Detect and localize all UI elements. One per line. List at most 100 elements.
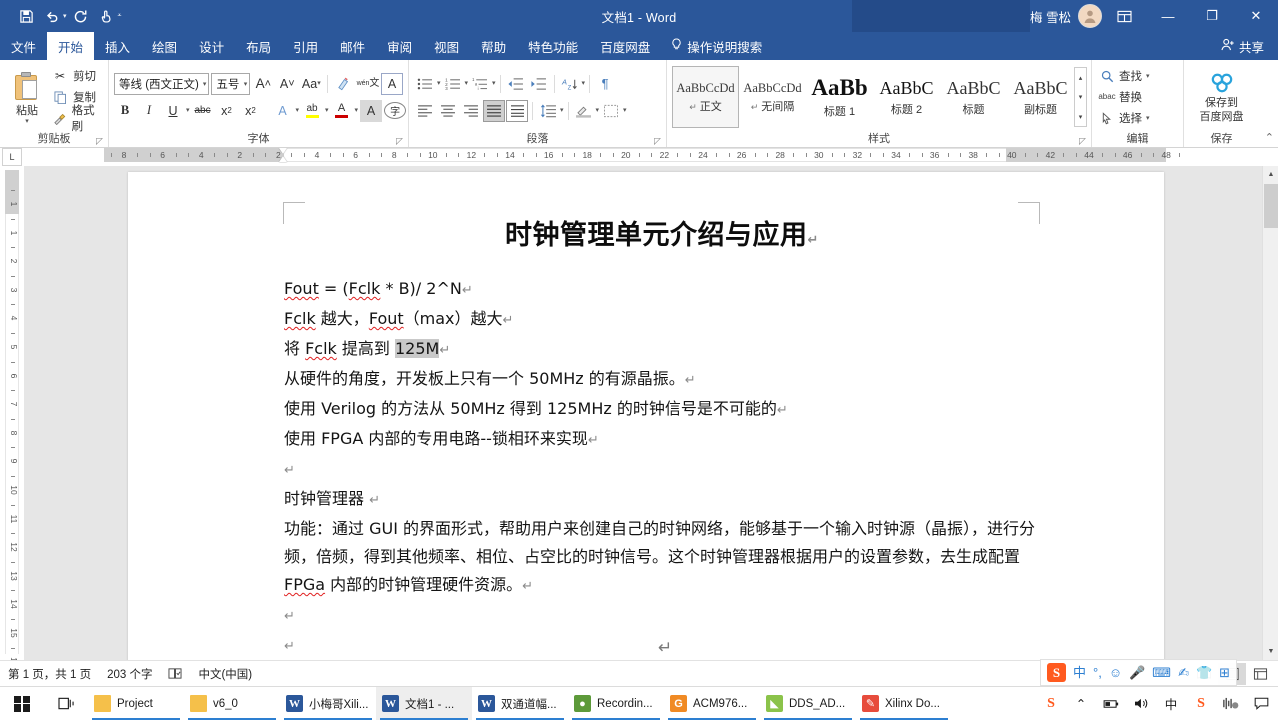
subscript-button[interactable]: x2 [216, 100, 238, 122]
web-layout-button[interactable] [1246, 663, 1274, 685]
tab-mailings[interactable]: 邮件 [329, 32, 376, 60]
paste-dropdown-icon[interactable]: ▾ [25, 118, 29, 125]
line-spacing-dropdown-icon[interactable]: ▾ [560, 107, 564, 114]
sort-dropdown-icon[interactable]: ▾ [582, 80, 586, 87]
text-highlight-icon[interactable]: ab [301, 100, 323, 122]
document-paragraph[interactable]: ↵ [284, 455, 1040, 485]
document-paragraph[interactable]: ↵ [284, 601, 1040, 631]
shading-dropdown-icon[interactable]: ▾ [596, 107, 600, 114]
sogou-logo-icon[interactable]: S [1047, 663, 1066, 682]
proofing-icon[interactable] [168, 667, 182, 680]
clipboard-dialog-launcher-icon[interactable]: ◸ [95, 137, 104, 146]
sogou-overlay-icon[interactable]: S [1036, 687, 1066, 720]
ime-chinese-mode-icon[interactable]: 中 [1073, 666, 1086, 679]
find-dropdown-icon[interactable]: ▾ [1146, 73, 1150, 80]
account-name[interactable]: 梅 雪松 [1030, 7, 1071, 26]
underline-button[interactable]: U [162, 100, 184, 122]
phonetic-guide-icon[interactable]: wén 文 [357, 73, 380, 95]
show-formatting-marks-icon[interactable]: ¶ [594, 73, 616, 95]
document-paragraph[interactable]: 使用 FPGA 内部的专用电路--锁相环来实现↵ [284, 425, 1040, 455]
battery-icon[interactable] [1096, 687, 1126, 720]
text-effects-dropdown-icon[interactable]: ▾ [296, 107, 300, 114]
style-item-subtitle[interactable]: AaBbC 副标题 [1007, 66, 1074, 128]
character-shading-icon[interactable]: A [360, 99, 383, 122]
shading-icon[interactable] [573, 100, 595, 122]
style-item-heading1[interactable]: AaBb 标题 1 [806, 66, 873, 128]
clear-formatting-icon[interactable] [333, 73, 355, 95]
align-center-icon[interactable] [437, 100, 459, 122]
underline-dropdown-icon[interactable]: ▾ [186, 107, 190, 114]
tab-layout[interactable]: 布局 [235, 32, 282, 60]
styles-gallery-scroll[interactable]: ▴ ▾ ▾ [1074, 67, 1087, 127]
multilevel-list-icon[interactable]: 1 a i [469, 73, 491, 95]
tell-me-search[interactable]: 操作说明搜索 [661, 32, 772, 60]
document-page[interactable]: 时钟管理单元介绍与应用↵ Fout = (Fclk * B)/ 2^N↵ Fclk… [128, 172, 1164, 660]
style-item-title[interactable]: AaBbC 标题 [940, 66, 1007, 128]
cut-button[interactable]: ✂ 剪切 [52, 67, 103, 86]
document-paragraph[interactable]: 从硬件的角度，开发板上只有一个 50MHz 的有源晶振。↵ [284, 365, 1040, 395]
task-view-icon[interactable] [44, 687, 88, 720]
gallery-scroll-up-icon[interactable]: ▴ [1075, 68, 1086, 87]
italic-button[interactable]: I [138, 100, 160, 122]
scrollbar-thumb[interactable] [1264, 184, 1278, 228]
select-button[interactable]: 选择 ▾ [1099, 109, 1150, 128]
volume-icon[interactable] [1126, 687, 1156, 720]
save-to-baidu-button[interactable]: 保存到 百度网盘 [1189, 70, 1254, 124]
restore-button[interactable]: ❐ [1190, 0, 1234, 32]
paragraph-dialog-launcher-icon[interactable]: ◸ [653, 137, 662, 146]
styles-dialog-launcher-icon[interactable]: ◸ [1078, 137, 1087, 146]
ime-handwriting-icon[interactable]: ✍ [1178, 666, 1189, 679]
superscript-button[interactable]: x2 [240, 100, 262, 122]
strikethrough-button[interactable]: abc [192, 100, 214, 122]
bullets-icon[interactable] [414, 73, 436, 95]
document-paragraph[interactable]: 将 Fclk 提高到 125M↵ [284, 335, 1040, 365]
action-center-icon[interactable] [1246, 687, 1276, 720]
replace-button[interactable]: ab ac 替换 [1098, 88, 1150, 107]
distributed-icon[interactable] [506, 99, 528, 122]
document-paragraph[interactable]: 使用 Verilog 的方法从 50MHz 得到 125MHz 的时钟信号是不可… [284, 395, 1040, 425]
shrink-font-button[interactable]: A ˅ [276, 73, 298, 95]
document-canvas[interactable]: 时钟管理单元介绍与应用↵ Fout = (Fclk * B)/ 2^N↵ Fclk… [24, 166, 1262, 660]
taskbar-app-button[interactable]: W 双通道幅... [472, 687, 568, 720]
tab-insert[interactable]: 插入 [94, 32, 141, 60]
document-paragraph[interactable]: Fout = (Fclk * B)/ 2^N↵ [284, 275, 1040, 305]
sogou-pinyin-icon[interactable]: S [1186, 687, 1216, 720]
select-dropdown-icon[interactable]: ▾ [1146, 115, 1150, 122]
close-button[interactable]: ✕ [1234, 0, 1278, 32]
grow-font-button[interactable]: A ˄ [252, 73, 274, 95]
hanging-indent-icon[interactable] [279, 156, 287, 162]
numbering-dropdown-icon[interactable]: ▾ [465, 80, 469, 87]
font-color-dropdown-icon[interactable]: ▾ [355, 107, 359, 114]
first-line-indent-icon[interactable] [279, 148, 287, 154]
align-left-icon[interactable] [414, 100, 436, 122]
document-paragraph[interactable]: 时钟管理器 ↵ [284, 485, 1040, 515]
show-hidden-icons[interactable]: ⌃ [1066, 687, 1096, 720]
sort-icon[interactable]: A Z [559, 73, 581, 95]
font-name-combo[interactable]: 等线 (西文正文) ▾ [114, 72, 210, 95]
align-right-icon[interactable] [460, 100, 482, 122]
indent-markers[interactable] [279, 148, 288, 162]
taskbar-app-button[interactable]: Project [88, 687, 184, 720]
language-indicator[interactable]: 中文(中国) [198, 666, 252, 682]
tab-review[interactable]: 审阅 [376, 32, 423, 60]
tab-design[interactable]: 设计 [188, 32, 235, 60]
style-item-no-spacing[interactable]: AaBbCcDd ↵ 无间隔 [739, 66, 806, 128]
taskbar-app-button[interactable]: G ACM976... [664, 687, 760, 720]
tab-home[interactable]: 开始 [47, 32, 95, 60]
font-name-dropdown-icon[interactable]: ▾ [199, 80, 207, 88]
style-item-normal[interactable]: AaBbCcDd ↵ 正文 [672, 66, 739, 128]
ribbon-display-options-icon[interactable] [1102, 0, 1146, 32]
tab-special-features[interactable]: 特色功能 [517, 32, 589, 60]
ime-toolbox-icon[interactable]: ⊞ [1219, 666, 1230, 679]
scroll-up-icon[interactable]: ▲ [1263, 166, 1278, 183]
format-painter-button[interactable]: 格式刷 [52, 105, 103, 133]
font-color-icon[interactable]: A [331, 100, 353, 122]
font-size-dropdown-icon[interactable]: ▾ [240, 80, 248, 88]
paste-button[interactable]: 粘贴 ▾ [5, 70, 49, 125]
recorder-icon[interactable] [1216, 687, 1246, 720]
windows-start-icon[interactable] [0, 687, 44, 720]
sogou-ime-toolbar[interactable]: S 中 °, ☺ 🎤 ⌨ ✍ 👕 ⊞ [1040, 659, 1238, 686]
document-body[interactable]: 时钟管理单元介绍与应用↵ Fout = (Fclk * B)/ 2^N↵ Fclk… [284, 216, 1040, 660]
document-paragraph[interactable]: Fclk 越大，Fout（max）越大↵ [284, 305, 1040, 335]
ime-skin-icon[interactable]: 👕 [1196, 666, 1212, 679]
